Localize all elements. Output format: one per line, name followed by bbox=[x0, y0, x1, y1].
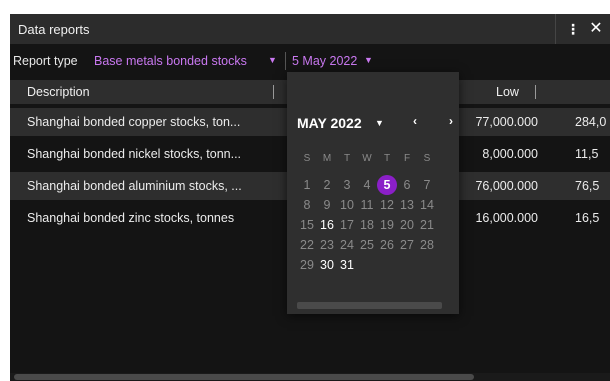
calendar-day[interactable]: 23 bbox=[317, 235, 337, 255]
more-options-icon[interactable]: ⋮ bbox=[566, 20, 580, 38]
horizontal-scrollbar[interactable] bbox=[10, 373, 610, 381]
calendar-day[interactable]: 14 bbox=[417, 195, 437, 215]
calendar-day[interactable]: 25 bbox=[357, 235, 377, 255]
calendar-day[interactable]: 29 bbox=[297, 255, 317, 275]
date-dropdown[interactable]: 5 May 2022 bbox=[292, 54, 357, 68]
date-chevron-down-icon[interactable]: ▼ bbox=[364, 55, 373, 65]
calendar-day[interactable]: 2 bbox=[317, 175, 337, 195]
cell-description: Shanghai bonded aluminium stocks, ... bbox=[27, 179, 242, 193]
calendar-day[interactable]: 4 bbox=[357, 175, 377, 195]
window-title: Data reports bbox=[18, 22, 90, 37]
cell-description: Shanghai bonded copper stocks, ton... bbox=[27, 115, 241, 129]
date-picker-dropdown: MAY 2022 ▼ ‹ › S M T W T F S 1 2 3 4 5 6… bbox=[287, 72, 459, 314]
calendar-day[interactable]: 11 bbox=[357, 195, 377, 215]
cell-low: 77,000.000 bbox=[475, 115, 538, 129]
calendar-day[interactable]: 31 bbox=[337, 255, 357, 275]
close-icon[interactable]: ✕ bbox=[588, 19, 604, 39]
cell-next-column: 11,5 bbox=[575, 147, 599, 161]
cell-low: 16,000.000 bbox=[475, 211, 538, 225]
report-toolbar: Report type Base metals bonded stocks ▼ … bbox=[10, 50, 610, 72]
calendar-day[interactable]: 18 bbox=[357, 215, 377, 235]
horizontal-scrollbar-thumb[interactable] bbox=[14, 374, 474, 380]
weekday-label: S bbox=[303, 153, 311, 164]
calendar-day[interactable]: 27 bbox=[397, 235, 417, 255]
calendar-day[interactable]: 21 bbox=[417, 215, 437, 235]
calendar-day[interactable]: 30 bbox=[317, 255, 337, 275]
weekday-label: W bbox=[362, 153, 372, 164]
data-reports-window: Data reports ⋮ ✕ Report type Base metals… bbox=[10, 14, 610, 381]
calendar-day[interactable]: 3 bbox=[337, 175, 357, 195]
calendar-day[interactable]: 8 bbox=[297, 195, 317, 215]
weekday-label: M bbox=[322, 153, 332, 164]
calendar-day[interactable]: 7 bbox=[417, 175, 437, 195]
calendar-day[interactable]: 26 bbox=[377, 235, 397, 255]
calendar-day[interactable]: 17 bbox=[337, 215, 357, 235]
cell-next-column: 284,0 bbox=[575, 115, 607, 129]
column-header-low[interactable]: Low bbox=[496, 85, 519, 99]
calendar-day[interactable]: 24 bbox=[337, 235, 357, 255]
cell-description: Shanghai bonded zinc stocks, tonnes bbox=[27, 211, 235, 225]
report-type-dropdown[interactable]: Base metals bonded stocks bbox=[94, 54, 247, 68]
cell-low: 76,000.000 bbox=[475, 179, 538, 193]
calendar-day[interactable]: 22 bbox=[297, 235, 317, 255]
calendar-day[interactable]: 1 bbox=[297, 175, 317, 195]
previous-month-icon[interactable]: ‹ bbox=[413, 114, 417, 128]
calendar-day[interactable]: 28 bbox=[417, 235, 437, 255]
weekday-label: F bbox=[403, 153, 411, 164]
calendar-day[interactable]: 19 bbox=[377, 215, 397, 235]
cell-next-column: 16,5 bbox=[575, 211, 600, 225]
column-resize-handle[interactable] bbox=[535, 85, 536, 99]
calendar-day[interactable]: 16 bbox=[317, 215, 337, 235]
weekday-label: T bbox=[383, 153, 391, 164]
cell-next-column: 76,5 bbox=[575, 179, 600, 193]
cell-description: Shanghai bonded nickel stocks, tonn... bbox=[27, 147, 242, 161]
calendar-day[interactable]: 15 bbox=[297, 215, 317, 235]
calendar-month-selector[interactable]: MAY 2022 bbox=[297, 115, 362, 131]
calendar-day[interactable]: 13 bbox=[397, 195, 417, 215]
cell-low: 8,000.000 bbox=[482, 147, 538, 161]
calendar-scrollbar[interactable] bbox=[297, 302, 442, 309]
report-type-label: Report type bbox=[13, 54, 78, 68]
toolbar-divider bbox=[285, 52, 286, 70]
calendar-day-selected[interactable]: 5 bbox=[377, 175, 397, 195]
calendar-day[interactable]: 12 bbox=[377, 195, 397, 215]
weekday-label: S bbox=[423, 153, 431, 164]
next-month-icon[interactable]: › bbox=[449, 114, 453, 128]
title-bar-divider bbox=[555, 14, 556, 44]
report-type-chevron-down-icon[interactable]: ▼ bbox=[268, 55, 277, 65]
calendar-day[interactable]: 20 bbox=[397, 215, 417, 235]
month-chevron-down-icon[interactable]: ▼ bbox=[375, 118, 384, 128]
title-bar: Data reports ⋮ ✕ bbox=[10, 14, 610, 44]
calendar-day[interactable]: 6 bbox=[397, 175, 417, 195]
weekday-label: T bbox=[343, 153, 351, 164]
column-header-description[interactable]: Description bbox=[27, 85, 90, 99]
calendar-day[interactable]: 10 bbox=[337, 195, 357, 215]
calendar-day[interactable]: 9 bbox=[317, 195, 337, 215]
column-resize-handle[interactable] bbox=[273, 85, 274, 99]
